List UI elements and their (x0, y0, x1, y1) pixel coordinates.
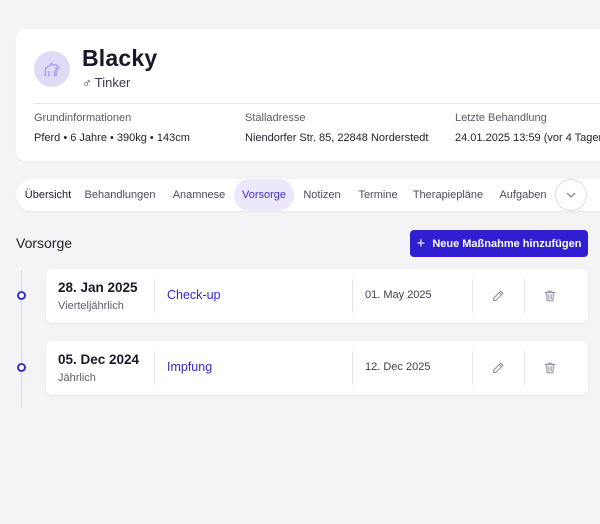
delete-button[interactable] (537, 355, 563, 381)
horse-icon (44, 62, 60, 77)
divider (154, 279, 155, 313)
divider (472, 279, 473, 313)
divider (352, 279, 353, 313)
tab-uebersicht[interactable]: Übersicht (20, 179, 76, 211)
tab-aufgaben[interactable]: Aufgaben (495, 179, 551, 211)
entry-interval: Jährlich (58, 372, 96, 384)
pencil-icon (493, 362, 504, 373)
list-item: 05. Dec 2024 Jährlich Impfung 12. Dec 20… (46, 341, 588, 395)
breed-label: Tinker (94, 75, 131, 90)
divider (472, 351, 473, 385)
list-item: 28. Jan 2025 Vierteljährlich Check-up 01… (46, 269, 588, 323)
chevron-down-icon (566, 192, 576, 198)
divider (154, 351, 155, 385)
entry-date: 28. Jan 2025 (58, 280, 138, 295)
entry-type-link[interactable]: Impfung (167, 360, 212, 374)
entry-interval: Vierteljährlich (58, 300, 124, 312)
info-label: Letzte Behandlung (455, 112, 547, 124)
info-value: Niendorfer Str. 85, 22848 Norderstedt (245, 132, 429, 144)
tab-bar: Übersicht Behandlungen Anamnese Vorsorge… (16, 179, 600, 211)
animal-breed: ♂ Tinker (82, 75, 130, 90)
delete-button[interactable] (537, 283, 563, 309)
avatar (34, 51, 70, 87)
tab-notizen[interactable]: Notizen (298, 179, 346, 211)
animal-profile-card: Blacky ♂ Tinker Grundinformationen Pferd… (16, 29, 600, 161)
trash-icon (544, 290, 556, 302)
trash-icon (544, 362, 556, 374)
add-measure-button[interactable]: + Neue Maßnahme hinzufügen (410, 230, 588, 257)
pencil-icon (493, 290, 504, 301)
entry-due-date: 01. May 2025 (365, 289, 432, 301)
tab-behandlungen[interactable]: Behandlungen (82, 179, 158, 211)
edit-button[interactable] (485, 283, 511, 309)
info-basic: Grundinformationen Pferd • 6 Jahre • 390… (34, 111, 190, 145)
divider (34, 103, 600, 104)
more-tabs-button[interactable] (555, 179, 587, 211)
male-gender-icon: ♂ (82, 75, 92, 90)
info-value: Pferd • 6 Jahre • 390kg • 143cm (34, 132, 190, 144)
section-title: Vorsorge (16, 235, 73, 251)
animal-name: Blacky (82, 45, 158, 71)
info-stable-address: Stalladresse Niendorfer Str. 85, 22848 N… (245, 111, 428, 145)
info-label: Stalladresse (245, 112, 306, 124)
divider (524, 351, 525, 385)
info-value: 24.01.2025 13:59 (vor 4 Tagen) (455, 132, 600, 144)
tab-therapieplaene[interactable]: Therapiepläne (409, 179, 487, 211)
entry-due-date: 12. Dec 2025 (365, 361, 431, 373)
tab-vorsorge[interactable]: Vorsorge (234, 179, 294, 211)
divider (524, 279, 525, 313)
tab-termine[interactable]: Termine (352, 179, 404, 211)
info-last-treatment: Letzte Behandlung 24.01.2025 13:59 (vor … (455, 111, 600, 145)
edit-button[interactable] (485, 355, 511, 381)
tab-anamnese[interactable]: Anamnese (168, 179, 230, 211)
add-measure-label: Neue Maßnahme hinzufügen (432, 237, 582, 250)
plus-icon: + (416, 235, 426, 252)
timeline-dot (17, 291, 26, 300)
entry-type-link[interactable]: Check-up (167, 288, 221, 302)
entry-date: 05. Dec 2024 (58, 352, 140, 367)
divider (352, 351, 353, 385)
info-label: Grundinformationen (34, 112, 132, 124)
timeline-dot (17, 363, 26, 372)
